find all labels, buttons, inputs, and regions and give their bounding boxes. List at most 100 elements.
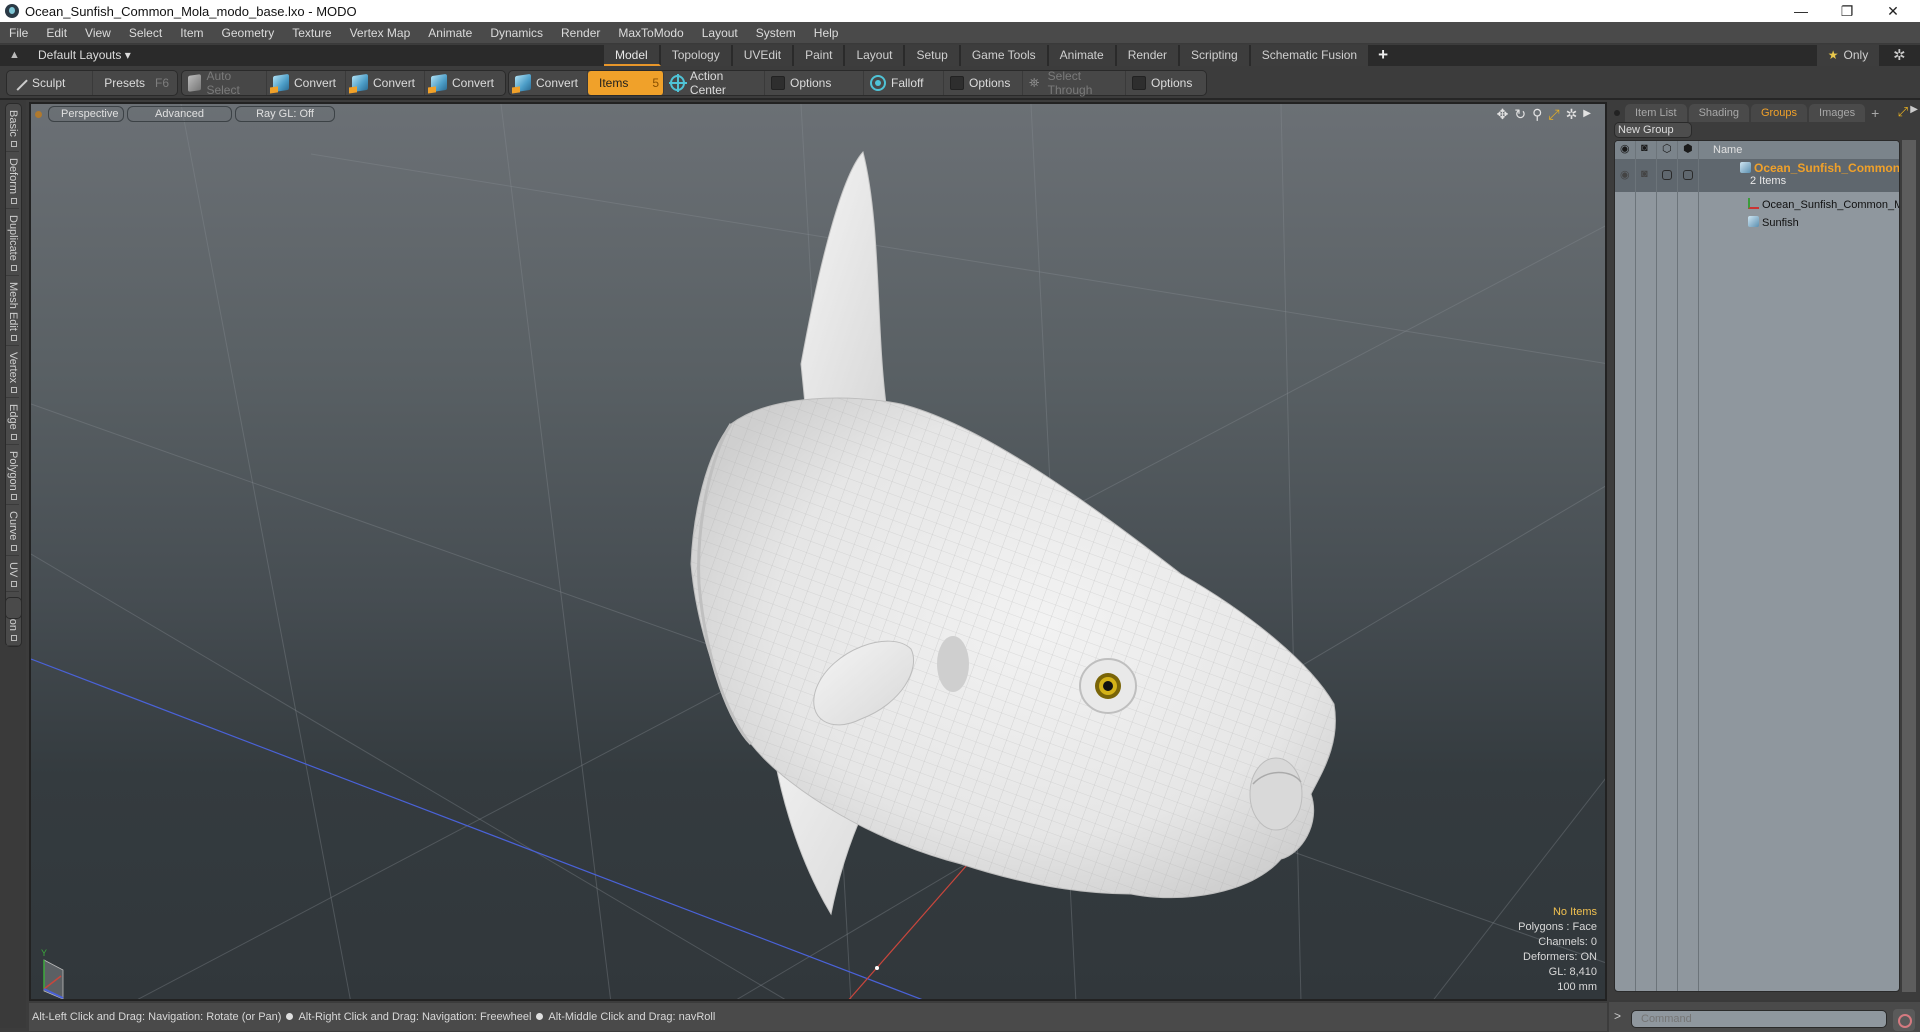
group-visibility-eye-icon[interactable]: ◉ xyxy=(1620,168,1630,181)
tab-shading[interactable]: Shading xyxy=(1688,104,1749,122)
tab-basic[interactable]: Basic xyxy=(6,104,19,152)
tab-model[interactable]: Model xyxy=(604,45,661,66)
panel-scrollbar[interactable] xyxy=(1902,140,1916,992)
selection-info: No Items xyxy=(1552,906,1597,918)
convert-items-button[interactable]: Convert xyxy=(509,71,588,95)
tab-item-list[interactable]: Item List xyxy=(1625,104,1687,122)
falloff-button[interactable]: Falloff xyxy=(864,71,944,95)
shading-mode-button[interactable]: Advanced xyxy=(127,106,232,122)
falloff-options-button[interactable]: Options xyxy=(944,71,1023,95)
tab-curve[interactable]: Curve xyxy=(6,505,19,556)
tab-images[interactable]: Images xyxy=(1809,104,1866,122)
restore-button[interactable]: ❐ xyxy=(1824,0,1870,22)
convert-vertex-icon xyxy=(270,73,289,94)
convert-edges-button[interactable]: Convert xyxy=(346,71,425,95)
menu-geometry[interactable]: Geometry xyxy=(213,22,284,44)
collapse-up-icon[interactable]: ▲ xyxy=(9,49,21,61)
only-button[interactable]: ★ Only xyxy=(1817,45,1879,66)
extra-tab-button[interactable] xyxy=(5,597,22,619)
tab-vertex[interactable]: Vertex xyxy=(6,346,19,398)
raygl-button[interactable]: Ray GL: Off xyxy=(235,106,335,122)
panel-menu-dot[interactable] xyxy=(1614,110,1620,116)
viewport-options-dot[interactable] xyxy=(35,110,42,118)
tab-layout[interactable]: Layout xyxy=(845,45,906,66)
menu-animate[interactable]: Animate xyxy=(419,22,481,44)
rotate-icon[interactable]: ↻ xyxy=(1514,106,1526,123)
lock-cube-icon[interactable]: ⬡ xyxy=(1662,142,1672,155)
menu-dynamics[interactable]: Dynamics xyxy=(481,22,552,44)
viewport-nav-tools: ✥ ↻ ⚲ ⤢ ✲ ▶ xyxy=(1497,106,1591,123)
menu-maxtomodo[interactable]: MaxToModo xyxy=(609,22,692,44)
tab-edge[interactable]: Edge xyxy=(6,398,19,445)
menu-texture[interactable]: Texture xyxy=(283,22,340,44)
sculpt-button[interactable]: Sculpt xyxy=(7,71,93,95)
gear-icon[interactable]: ✲ xyxy=(1893,46,1906,64)
select-through-button[interactable]: ⛯ Select Through xyxy=(1023,69,1126,97)
convert-vertices-button[interactable]: Convert xyxy=(267,71,346,95)
3d-viewport[interactable]: Y Perspective Advanced Ray GL: Off ✥ ↻ ⚲… xyxy=(29,102,1607,1001)
default-layouts-dropdown[interactable]: Default Layouts ▾ xyxy=(38,48,131,62)
menu-select[interactable]: Select xyxy=(120,22,171,44)
menu-file[interactable]: File xyxy=(0,22,37,44)
presets-button[interactable]: Presets F6 xyxy=(93,71,177,95)
tab-groups[interactable]: Groups xyxy=(1750,104,1808,122)
render-camera-icon[interactable]: ◙ xyxy=(1641,142,1648,154)
group-member-item[interactable]: Sunfish xyxy=(1748,216,1799,229)
tab-uv[interactable]: UV xyxy=(6,556,19,593)
tab-mesh-edit[interactable]: Mesh Edit xyxy=(6,276,19,346)
maximize-icon[interactable]: ⤢ xyxy=(1548,106,1559,123)
add-tab-button[interactable]: + xyxy=(1370,45,1396,66)
maximize-panel-icon[interactable]: ⤢ xyxy=(1898,104,1908,120)
tab-deform[interactable]: Deform xyxy=(6,152,19,209)
auto-select-button[interactable]: Auto Select xyxy=(182,69,267,97)
menu-layout[interactable]: Layout xyxy=(693,22,747,44)
visibility-eye-icon[interactable]: ◉ xyxy=(1620,142,1630,155)
action-center-button[interactable]: Action Center xyxy=(664,69,765,97)
menu-bar: File Edit View Select Item Geometry Text… xyxy=(0,22,1920,44)
group-render-camera-icon[interactable]: ◙ xyxy=(1641,168,1648,180)
layout-bar: ▲ Default Layouts ▾ Model Topology UVEdi… xyxy=(0,45,1920,66)
group-name[interactable]: Ocean_Sunfish_Common_... xyxy=(1740,161,1899,175)
panel-arrow-icon[interactable]: ▶ xyxy=(1910,104,1918,115)
minimize-button[interactable]: — xyxy=(1778,0,1824,22)
group-member-item[interactable]: Ocean_Sunfish_Common_Mola xyxy=(1748,198,1899,211)
bullet-icon xyxy=(286,1013,294,1020)
expand-arrow-icon[interactable]: ▶ xyxy=(1583,106,1591,123)
zoom-icon[interactable]: ⚲ xyxy=(1532,106,1542,123)
pan-icon[interactable]: ✥ xyxy=(1497,106,1509,123)
command-input[interactable] xyxy=(1631,1010,1887,1028)
menu-view[interactable]: View xyxy=(76,22,120,44)
menu-help[interactable]: Help xyxy=(805,22,848,44)
tab-setup[interactable]: Setup xyxy=(905,45,961,66)
tab-animate[interactable]: Animate xyxy=(1048,45,1117,66)
tab-polygon[interactable]: Polygon xyxy=(6,445,19,506)
presets-hotkey: F6 xyxy=(154,76,169,90)
items-mode-button[interactable]: Items 5 xyxy=(588,71,664,95)
grid-line xyxy=(500,104,612,999)
tab-duplicate[interactable]: Duplicate xyxy=(6,209,19,276)
menu-render[interactable]: Render xyxy=(552,22,609,44)
menu-edit[interactable]: Edit xyxy=(37,22,76,44)
menu-item[interactable]: Item xyxy=(171,22,212,44)
select-through-options-button[interactable]: Options xyxy=(1126,71,1206,95)
view-mode-button[interactable]: Perspective xyxy=(48,106,124,122)
select-cube-icon[interactable]: ⬢ xyxy=(1683,142,1693,155)
convert-polygons-button[interactable]: Convert xyxy=(425,71,505,95)
menu-system[interactable]: System xyxy=(747,22,805,44)
group-lock-toggle[interactable] xyxy=(1662,170,1672,180)
record-macro-button[interactable] xyxy=(1893,1009,1915,1031)
add-panel-tab-button[interactable]: + xyxy=(1871,104,1879,122)
close-button[interactable]: ✕ xyxy=(1870,0,1916,22)
action-center-options-button[interactable]: Options xyxy=(765,71,864,95)
tab-schematic-fusion[interactable]: Schematic Fusion xyxy=(1250,45,1371,66)
tab-game-tools[interactable]: Game Tools xyxy=(960,45,1049,66)
new-group-button[interactable]: New Group xyxy=(1614,122,1692,138)
tab-uvedit[interactable]: UVEdit xyxy=(732,45,795,66)
group-select-toggle[interactable] xyxy=(1683,170,1693,180)
menu-vertex-map[interactable]: Vertex Map xyxy=(341,22,420,44)
tab-paint[interactable]: Paint xyxy=(794,45,846,66)
tab-topology[interactable]: Topology xyxy=(660,45,733,66)
tab-scripting[interactable]: Scripting xyxy=(1180,45,1251,66)
settings-gear-icon[interactable]: ✲ xyxy=(1566,106,1578,123)
tab-render[interactable]: Render xyxy=(1116,45,1181,66)
